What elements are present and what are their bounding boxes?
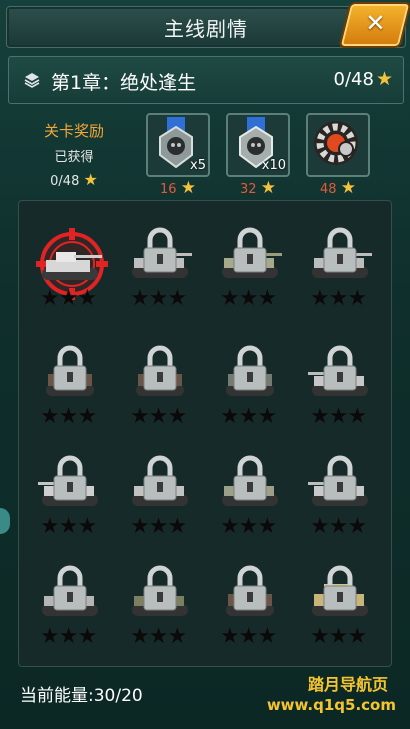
energy-readout: 当前能量:30/20 [20, 686, 143, 706]
reward-multiplier: x10 [261, 158, 286, 173]
level-15[interactable]: ★★★ [210, 560, 290, 660]
level-stars: ★★★ [130, 404, 187, 429]
level-14[interactable]: ★★★ [120, 560, 200, 660]
reward-requirement-value: 48 [320, 182, 337, 197]
lock-icon [143, 565, 177, 611]
level-9[interactable]: ★★★ [30, 450, 110, 550]
level-stars: ★★★ [40, 624, 97, 649]
level-stars: ★★★ [130, 624, 187, 649]
level-8[interactable]: ★★★ [300, 340, 380, 440]
star-icon: ★ [260, 178, 276, 198]
star-icon: ★ [83, 170, 98, 189]
star-icon: ★ [375, 68, 393, 90]
level-stars: ★★★ [310, 404, 367, 429]
lock-icon [233, 227, 267, 273]
lock-icon [53, 565, 87, 611]
reward-status: 已获得 [54, 150, 94, 165]
close-button[interactable]: ✕ [338, 2, 410, 48]
level-stars: ★★★ [220, 624, 277, 649]
level-stars: ★★★ [130, 514, 187, 539]
reward-multiplier: x5 [190, 158, 206, 173]
level-1[interactable]: ★★★ [30, 222, 110, 322]
level-11[interactable]: ★★★ [210, 450, 290, 550]
level-7[interactable]: ★★★ [210, 340, 290, 440]
watermark-title: 踏月导航页 [307, 675, 388, 694]
level-stars: ★★★ [220, 514, 277, 539]
level-stars: ★★★ [40, 286, 97, 311]
level-stars: ★★★ [40, 514, 97, 539]
lock-icon [53, 455, 87, 501]
chapter-row[interactable]: 第1章：绝处逢生 0/48 ★ [8, 56, 404, 104]
level-stars: ★★★ [310, 514, 367, 539]
reward-label: 关卡奖励 [43, 122, 104, 140]
lock-icon [323, 345, 357, 391]
level-16[interactable]: ★★★ [300, 560, 380, 660]
lock-icon [53, 345, 87, 391]
level-stars: ★★★ [40, 404, 97, 429]
reward-medal-x10[interactable]: x10 [226, 113, 290, 177]
star-icon: ★ [340, 178, 356, 198]
chapter-progress-value: 0/48 [333, 69, 374, 90]
close-icon: ✕ [365, 9, 386, 37]
watermark-url: www.q1q5.com [266, 696, 396, 714]
level-stars: ★★★ [310, 624, 367, 649]
level-2[interactable]: ★★★ [120, 222, 200, 322]
reward-gear-token[interactable] [306, 113, 370, 177]
level-5[interactable]: ★★★ [30, 340, 110, 440]
reward-count: 0/48 ★ [34, 170, 114, 189]
lock-icon [233, 345, 267, 391]
chapter-title: 第1章：绝处逢生 [51, 72, 197, 94]
lock-icon [143, 345, 177, 391]
level-stars: ★★★ [130, 286, 187, 311]
gear-icon [314, 121, 358, 165]
lock-icon [233, 455, 267, 501]
reward-requirement-value: 32 [240, 182, 257, 197]
level-stars: ★★★ [220, 404, 277, 429]
lock-icon [143, 227, 177, 273]
level-6[interactable]: ★★★ [120, 340, 200, 440]
lock-icon [323, 455, 357, 501]
level-12[interactable]: ★★★ [300, 450, 380, 550]
star-icon: ★ [180, 178, 196, 198]
chapter-progress: 0/48 ★ [334, 68, 393, 90]
reward-requirement: 32 ★ [228, 178, 288, 198]
level-stars: ★★★ [310, 286, 367, 311]
reward-requirement: 48 ★ [308, 178, 368, 198]
level-3[interactable]: ★★★ [210, 222, 290, 322]
level-10[interactable]: ★★★ [120, 450, 200, 550]
level-stars: ★★★ [220, 286, 277, 311]
reward-requirement: 16 ★ [148, 178, 208, 198]
level-13[interactable]: ★★★ [30, 560, 110, 660]
lock-icon [323, 227, 357, 273]
lock-icon [323, 565, 357, 611]
reward-requirement-value: 16 [160, 182, 177, 197]
layers-icon [24, 73, 40, 88]
lock-icon [233, 565, 267, 611]
level-4[interactable]: ★★★ [300, 222, 380, 322]
tank-icon [42, 252, 102, 280]
lock-icon [143, 455, 177, 501]
reward-count-value: 0/48 [50, 174, 80, 189]
reward-medal-x5[interactable]: x5 [146, 113, 210, 177]
